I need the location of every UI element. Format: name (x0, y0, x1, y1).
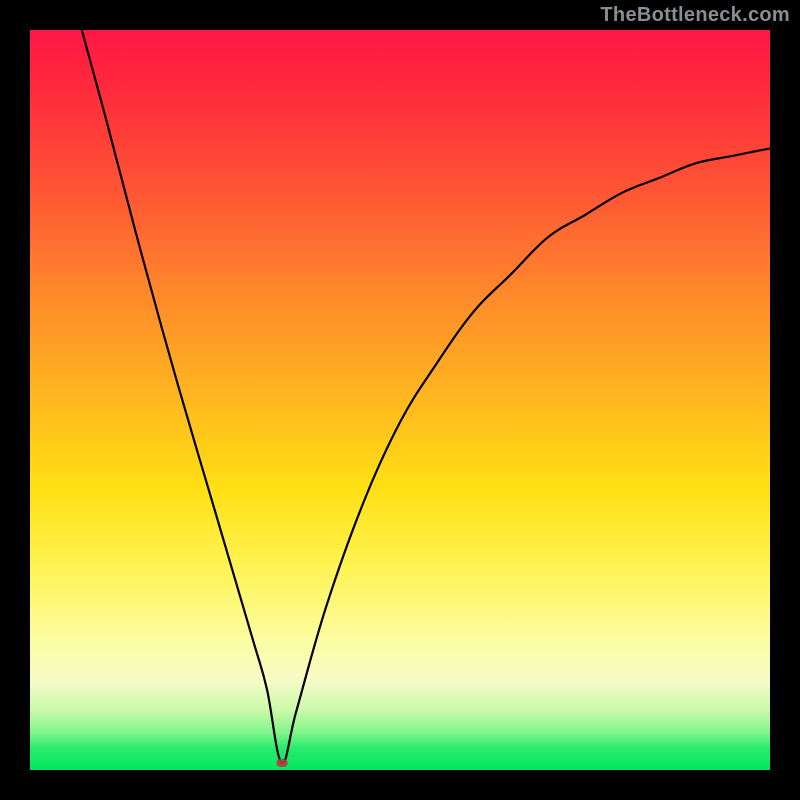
minimum-marker (276, 759, 287, 767)
bottleneck-curve (30, 30, 770, 770)
watermark-text: TheBottleneck.com (600, 4, 790, 27)
plot-area (30, 30, 770, 770)
chart-frame: TheBottleneck.com (0, 0, 800, 800)
